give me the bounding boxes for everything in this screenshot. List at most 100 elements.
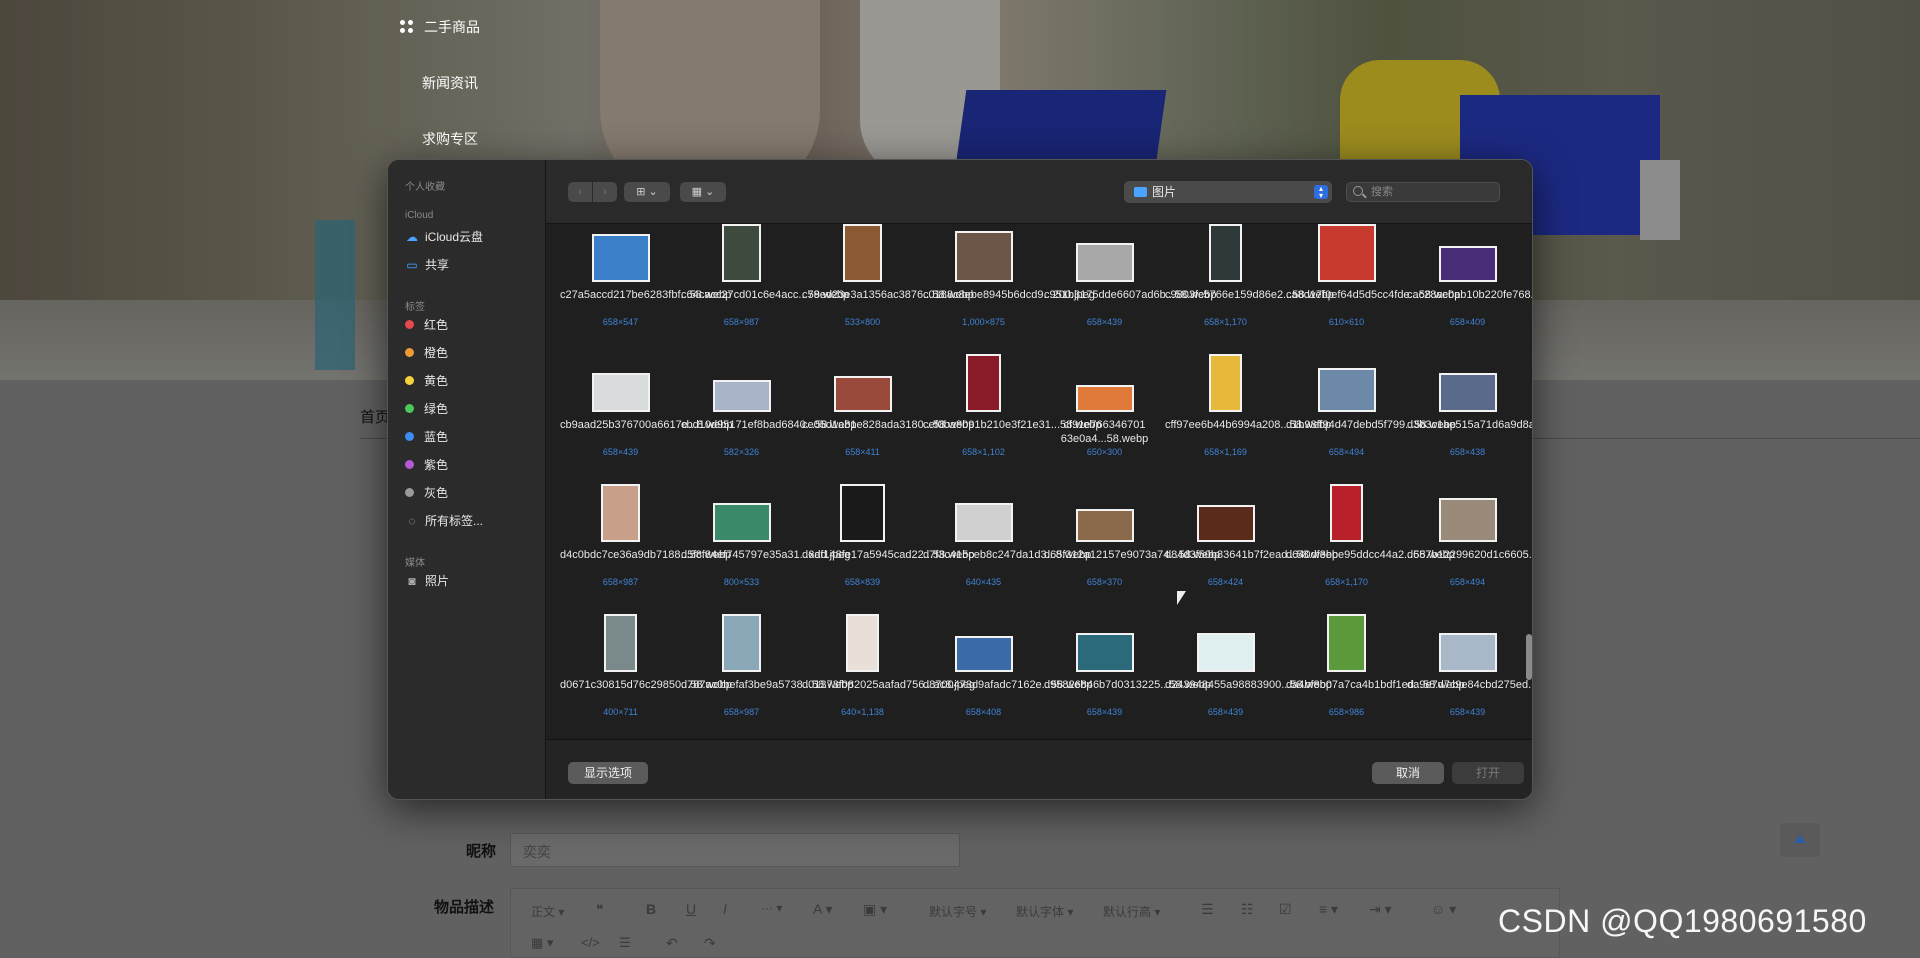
- menu-item-secondhand[interactable]: 二手商品: [400, 17, 480, 37]
- file-item[interactable]: cef0ba8091b210e3f21e31...58.webp 658×1,10…: [923, 346, 1102, 476]
- file-item[interactable]: d7f3c415ceb8c247da1d3...8.webp 640×435: [923, 476, 1091, 606]
- code-icon[interactable]: </>: [581, 935, 600, 950]
- cancel-button[interactable]: 取消: [1372, 762, 1444, 784]
- location-popup-button[interactable]: 图片 ▴ ▾: [1124, 181, 1332, 203]
- more-icon[interactable]: ··· ▾: [761, 901, 782, 915]
- file-item[interactable]: c79ed23e3a1356ac3876...58.webp 533×800: [802, 224, 974, 346]
- bullet-list-icon[interactable]: ☰: [1201, 901, 1214, 918]
- file-open-dialog: 个人收藏 iCloud ☁ iCloud云盘 ▭ 共享 标签 红色 橙色 黄色 绿色…: [387, 159, 1533, 800]
- file-item[interactable]: d3b3c1ae515a71d6a9d8a...58.webp 658×438: [1407, 346, 1532, 476]
- table-icon[interactable]: ▦ ▾: [531, 935, 553, 951]
- divider-icon[interactable]: ☰: [619, 935, 631, 951]
- file-thumbnail: [713, 503, 771, 542]
- file-name: d243948455a98883900...58.webp: [1165, 679, 1332, 691]
- file-item[interactable]: d1b98ff94d47debd5f799...58.webp 658×494: [1286, 346, 1456, 476]
- undo-icon[interactable]: ↶: [666, 935, 678, 952]
- file-item[interactable]: d0671c30815d76c29850...58.webp 400×711: [560, 606, 732, 736]
- nickname-label: 昵称: [466, 843, 497, 860]
- paragraph-format-select[interactable]: 正文 ▾: [531, 903, 564, 920]
- shared-folder-icon: ▭: [406, 258, 418, 272]
- quote-icon[interactable]: ❝: [596, 901, 604, 918]
- nickname-input[interactable]: 奕奕: [510, 833, 960, 867]
- file-item[interactable]: d4c0bdc7ce36a9db7188...58.webp 658×987: [560, 476, 731, 606]
- file-item[interactable]: c951b3175dde6607ad6b...58.webp 658×439: [1044, 224, 1217, 346]
- sidebar-tag-purple[interactable]: 紫色: [405, 456, 448, 474]
- file-dimensions: 658×439: [1086, 707, 1123, 717]
- menu-item-news[interactable]: 新闻资讯: [422, 73, 478, 93]
- file-thumbnail: [834, 376, 892, 412]
- file-item[interactable]: d6af148fe17a5945cad22...58.webp 658×839: [802, 476, 975, 606]
- font-family-select[interactable]: 默认字体 ▾: [1016, 903, 1073, 920]
- redo-icon[interactable]: ↷: [704, 935, 716, 952]
- sidebar-tag-green[interactable]: 绿色: [405, 400, 448, 418]
- file-item[interactable]: c0188c8ebe8945b6dcd9...200.jpeg 1,000×875: [923, 224, 1095, 346]
- file-item[interactable]: ce05d1a81e828ada3180...58.webp 658×411: [802, 346, 975, 476]
- back-to-top-button[interactable]: [1780, 823, 1820, 857]
- file-thumbnail: [846, 614, 879, 672]
- file-item[interactable]: cac28ac0ab10b220fe768...58.webp 658×409: [1407, 224, 1532, 346]
- sidebar-item-icloud-drive[interactable]: ☁ iCloud云盘: [405, 228, 483, 246]
- file-thumbnail: [1439, 246, 1497, 282]
- emoji-icon[interactable]: ☺ ▾: [1431, 901, 1456, 918]
- scrollbar[interactable]: [1523, 224, 1532, 739]
- file-thumbnail: [1439, 373, 1497, 412]
- file-item[interactable]: d243948455a98883900...58.webp 658×439: [1165, 606, 1332, 736]
- icon-view-button[interactable]: ⊞ ⌄: [624, 182, 670, 202]
- file-item[interactable]: d84d3f50b83641b7f2ead...58.webp 658×424: [1165, 476, 1338, 606]
- group-icon: ▦ ⌄: [691, 186, 715, 198]
- indent-icon[interactable]: ⇥ ▾: [1369, 901, 1392, 918]
- sidebar-tag-blue[interactable]: 蓝色: [405, 428, 448, 446]
- back-button[interactable]: ‹: [568, 182, 592, 202]
- nav-home-link[interactable]: 首页: [360, 406, 390, 427]
- sidebar-tag-red[interactable]: 红色: [405, 316, 448, 334]
- file-dimensions: 658×494: [1328, 447, 1365, 457]
- menu-item-wanted[interactable]: 求购专区: [422, 129, 478, 149]
- file-item[interactable]: c9803fc5766e159d86e2...58.webp 658×1,170: [1165, 224, 1334, 346]
- align-icon[interactable]: ≡ ▾: [1319, 901, 1338, 918]
- file-item[interactable]: ca8d17f0ef64d5d5cc4fde...58.webp 610×610: [1286, 224, 1460, 346]
- file-item[interactable]: d657b12299620d1c6605...58.webp 658×494: [1407, 476, 1532, 606]
- font-size-select[interactable]: 默认字号 ▾: [929, 903, 986, 920]
- file-item[interactable]: da9e7d7c9e84cbd275ed...58.webp 658×439: [1407, 606, 1532, 736]
- font-color-icon[interactable]: A ▾: [813, 901, 832, 918]
- file-item[interactable]: cbd10d95171ef8bad6840...58.webp 582×326: [681, 346, 857, 476]
- show-options-button[interactable]: 显示选项: [568, 762, 648, 784]
- file-item[interactable]: d787ac0befaf3be9a5738...58.webp 658×987: [681, 606, 854, 736]
- camera-icon: ◙: [408, 574, 416, 588]
- file-item[interactable]: c27a5accd217be6283fbf...58.webp 658×547: [560, 224, 731, 346]
- file-item[interactable]: cb9aad25b376700a6617e...8.webp 658×439: [560, 346, 733, 476]
- file-item[interactable]: cf91e766346701 63e0a4...58.webp 650×300: [1044, 346, 1165, 476]
- line-height-select[interactable]: 默认行高 ▾: [1103, 903, 1160, 920]
- italic-icon[interactable]: I: [723, 901, 727, 917]
- file-item[interactable]: d5fcf84ef745797e35a31...xdd.jpeg 800×533: [681, 476, 850, 606]
- sidebar-item-photos[interactable]: ◙ 照片: [405, 572, 449, 590]
- sidebar-tag-yellow[interactable]: 黄色: [405, 372, 448, 390]
- tag-dot-icon: [405, 404, 414, 413]
- file-item[interactable]: c64cacc27cd01c6e4acc...58.webp 658×987: [681, 224, 849, 346]
- background-color-icon[interactable]: ▣ ▾: [863, 901, 887, 918]
- group-view-button[interactable]: ▦ ⌄: [680, 182, 726, 202]
- open-button[interactable]: 打开: [1452, 762, 1524, 784]
- file-item[interactable]: d01373f082025aafad756...ac8.jpeg 640×1,13…: [802, 606, 975, 736]
- sidebar-tag-orange[interactable]: 橙色: [405, 344, 448, 362]
- sidebar-all-tags[interactable]: ◌ 所有标签...: [405, 512, 483, 530]
- sidebar-tag-gray[interactable]: 灰色: [405, 484, 448, 502]
- underline-icon[interactable]: U: [686, 901, 696, 917]
- search-input[interactable]: 搜索: [1346, 182, 1500, 202]
- file-dimensions: 658×1,170: [1325, 577, 1368, 587]
- file-item[interactable]: d8700473d9afadc7162e...58.webp 658×408: [923, 606, 1092, 736]
- bold-icon[interactable]: B: [646, 901, 656, 917]
- checklist-icon[interactable]: ☑: [1279, 901, 1292, 918]
- file-item[interactable]: d95826846b7d0313225...58.webp 658×439: [1044, 606, 1211, 736]
- file-item[interactable]: da4bf8b07a7ca4b1bdf1ed...58.webp 658×986: [1286, 606, 1465, 736]
- file-dimensions: 658×439: [1449, 707, 1486, 717]
- numbered-list-icon[interactable]: ☷: [1241, 901, 1254, 918]
- sidebar-item-shared[interactable]: ▭ 共享: [405, 256, 449, 274]
- chevron-updown-icon: ▴ ▾: [1314, 185, 1328, 200]
- file-item[interactable]: cff97ee6b44b6994a208...58.webp 658×1,169: [1165, 346, 1331, 476]
- file-item[interactable]: d640df3ebe95ddcc44a2...58.webp 658×1,170: [1286, 476, 1455, 606]
- file-item[interactable]: d65f312a12157e9073a74...58.webp 658×370: [1044, 476, 1220, 606]
- scrollbar-thumb[interactable]: [1526, 634, 1532, 680]
- forward-button[interactable]: ›: [593, 182, 617, 202]
- file-thumbnail: [1327, 614, 1366, 672]
